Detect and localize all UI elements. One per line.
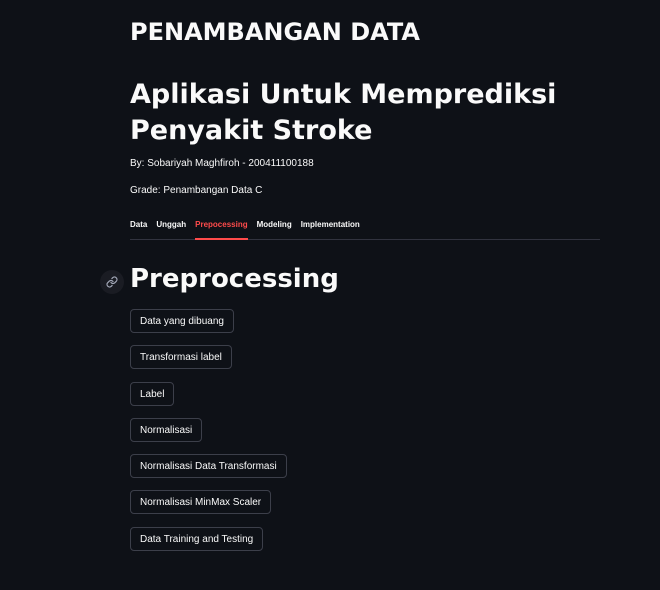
tab-unggah[interactable]: Unggah (156, 214, 186, 232)
data-training-testing-button[interactable]: Data Training and Testing (130, 527, 264, 551)
grade-text: Grade: Penambangan Data C (130, 185, 263, 196)
normalisasi-data-transformasi-button[interactable]: Normalisasi Data Transformasi (130, 454, 287, 478)
tab-data[interactable]: Data (130, 214, 147, 232)
label-button[interactable]: Label (130, 382, 175, 406)
tab-modeling[interactable]: Modeling (257, 214, 292, 232)
tab-implementation[interactable]: Implementation (301, 214, 360, 232)
author-text: By: Sobariyah Maghfiroh - 200411100188 (130, 158, 314, 169)
transformasi-label-button[interactable]: Transformasi label (130, 345, 232, 369)
app-title: PENAMBANGAN DATA (130, 18, 420, 46)
app-subtitle: Aplikasi Untuk Memprediksi Penyakit Stro… (130, 79, 557, 146)
normalisasi-button[interactable]: Normalisasi (130, 418, 203, 442)
section-title: Preprocessing (130, 264, 339, 294)
tab-bar: Data Unggah Prepocessing Modeling Implem… (130, 214, 600, 240)
normalisasi-minmax-scaler-button[interactable]: Normalisasi MinMax Scaler (130, 490, 272, 514)
tab-prepocessing[interactable]: Prepocessing (195, 214, 248, 240)
data-yang-dibuang-button[interactable]: Data yang dibuang (130, 309, 234, 333)
link-icon[interactable] (100, 270, 124, 294)
